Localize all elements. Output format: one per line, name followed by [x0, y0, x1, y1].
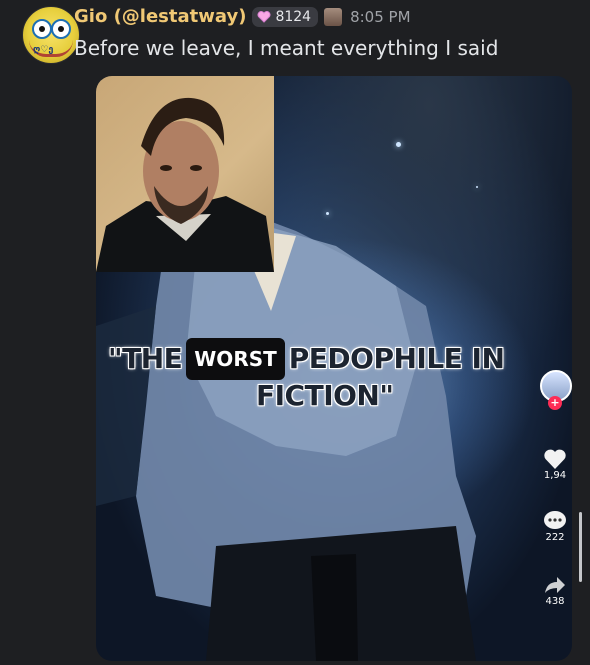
comment-count: 222 — [545, 532, 565, 543]
share-count: 438 — [545, 596, 565, 607]
comment-control[interactable]: 222 — [540, 510, 570, 543]
share-control[interactable]: 438 — [540, 574, 570, 607]
image-attachment[interactable]: "THE WORST PEDOPHILE IN FICTION" + 1,94 … — [96, 76, 572, 661]
message-content: Before we leave, I meant everything I sa… — [74, 36, 499, 60]
caption-highlight: WORST — [186, 338, 285, 380]
avatar-eye-left — [32, 19, 52, 39]
boost-badge[interactable]: 8124 — [252, 6, 319, 27]
caption-part-2: PEDOPHILE IN — [288, 342, 505, 375]
like-control[interactable]: 1,94 — [540, 448, 570, 481]
message-timestamp: 8:05 PM — [350, 7, 411, 26]
inset-photo — [96, 76, 274, 272]
comment-icon — [543, 510, 567, 532]
follow-plus-icon[interactable]: + — [548, 396, 562, 410]
like-icon — [543, 448, 567, 470]
share-icon — [543, 574, 567, 596]
user-avatar[interactable]: ღ♡ე — [22, 6, 80, 64]
avatar-text: ღ♡ე — [33, 45, 54, 55]
heart-badge-icon — [257, 10, 271, 23]
avatar-eye-right — [51, 19, 71, 39]
like-count: 1,94 — [543, 470, 567, 481]
role-icon[interactable] — [324, 7, 343, 26]
caption-part-1: "THE — [108, 342, 183, 375]
username[interactable]: Gio (@lestatway) — [74, 6, 246, 27]
scrollbar[interactable] — [579, 512, 582, 582]
name-row: Gio (@lestatway) 8124 8:05 PM — [74, 6, 411, 27]
badge-count: 8124 — [275, 8, 312, 25]
video-caption: "THE WORST PEDOPHILE IN FICTION" — [108, 338, 568, 410]
caption-line-2: FICTION" — [256, 379, 394, 412]
